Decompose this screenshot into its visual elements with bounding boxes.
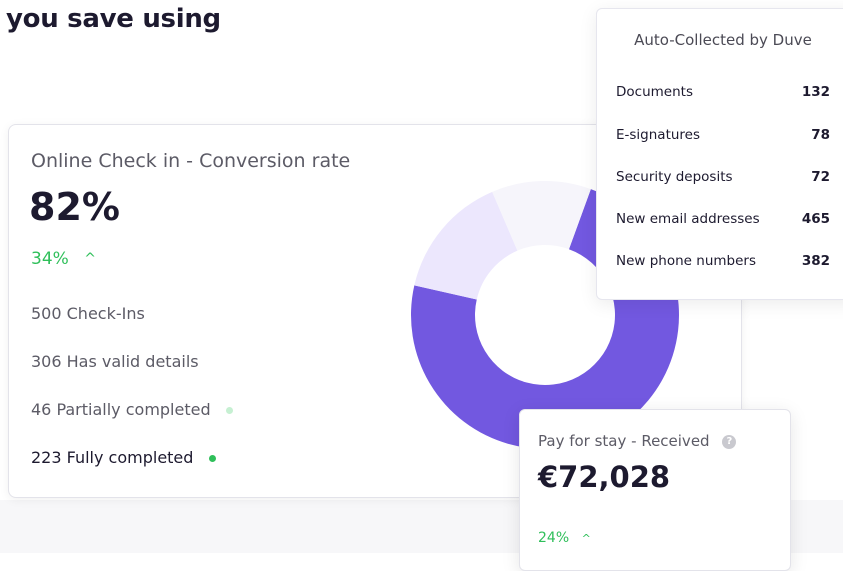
stat-partially-completed: 46 Partially completed [31,400,233,419]
stat-label: 306 Has valid details [31,352,199,371]
chevron-up-icon: ^ [581,532,591,545]
row-label: Documents [616,84,693,100]
card-title: Online Check in - Conversion rate [31,150,351,172]
row-label: Security deposits [616,169,733,185]
conversion-value: 82% [29,185,120,229]
change-value: 24% [538,530,570,546]
row-documents: Documents 132 [616,84,830,100]
row-value: 72 [811,169,830,185]
card-title: Pay for stay - Received ? [538,432,737,450]
pay-for-stay-card: Pay for stay - Received ? €72,028 24% ^ [519,409,791,571]
change-indicator: 34% ^ [31,249,96,269]
stat-fully-completed: 223 Fully completed [31,448,216,467]
row-new-phone-numbers: New phone numbers 382 [616,253,830,269]
change-indicator: 24% ^ [538,530,591,546]
card-title: Auto-Collected by Duve [634,31,812,49]
change-value: 34% [31,249,69,269]
auto-collected-card: Auto-Collected by Duve Documents 132 E-s… [596,8,843,300]
row-value: 132 [801,84,830,100]
stat-label: 500 Check-Ins [31,304,145,323]
legend-dot-icon [208,455,216,462]
row-value: 465 [801,211,830,227]
stat-check-ins: 500 Check-Ins [31,304,145,323]
page-headline: you save using [6,4,221,34]
row-value: 78 [811,127,830,143]
row-new-email-addresses: New email addresses 465 [616,211,830,227]
chevron-up-icon: ^ [84,251,96,267]
stat-label: 46 Partially completed [31,400,211,419]
row-value: 382 [801,253,830,269]
question-circle-icon[interactable]: ? [722,434,737,449]
row-label: New email addresses [616,211,760,227]
legend-dot-icon [225,407,233,414]
row-label: E-signatures [616,127,701,143]
row-e-signatures: E-signatures 78 [616,127,830,143]
stat-valid-details: 306 Has valid details [31,352,199,371]
row-label: New phone numbers [616,253,756,269]
stat-label: 223 Fully completed [31,448,194,467]
row-security-deposits: Security deposits 72 [616,169,830,185]
pay-value: €72,028 [538,460,671,494]
card-title-text: Pay for stay - Received [538,432,710,450]
